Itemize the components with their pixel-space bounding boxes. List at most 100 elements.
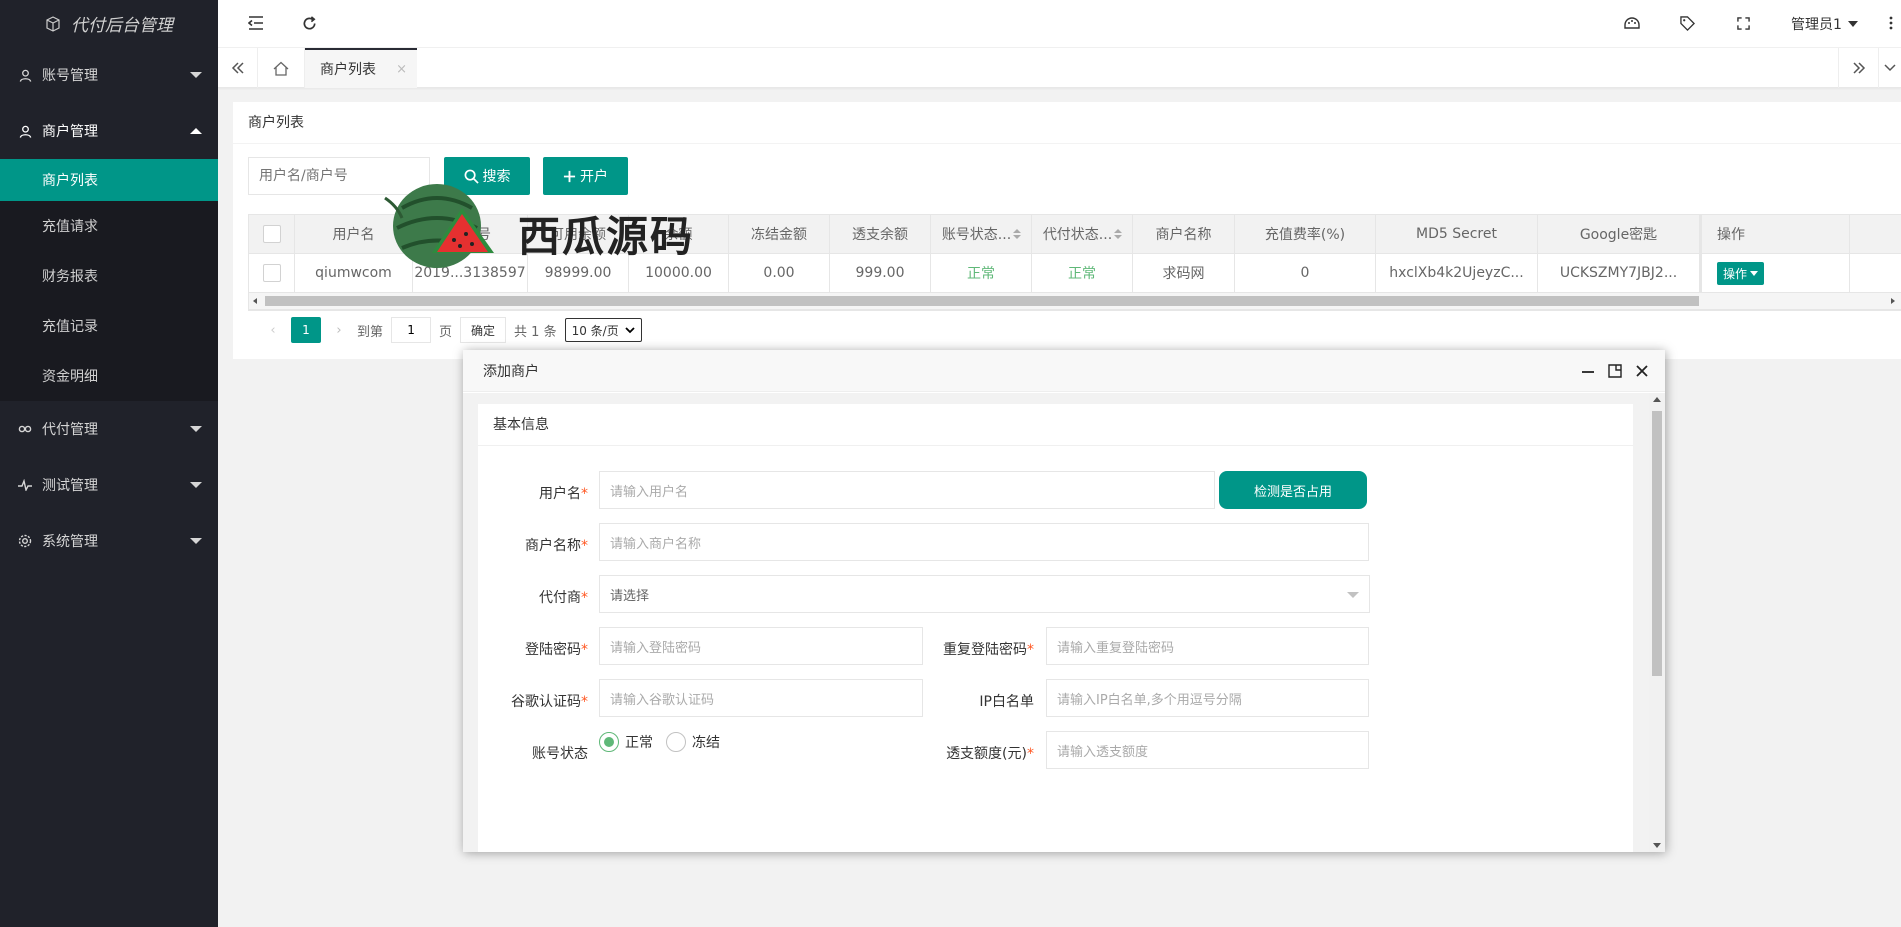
cell-md5-secret: hxclXb4k2UjeyzC... <box>1376 254 1538 292</box>
card-title: 商户列表 <box>233 102 1901 144</box>
minimize-icon[interactable] <box>1579 362 1597 380</box>
table-row: qiumwcom 2019...3138597 98999.00 10000.0… <box>249 254 1901 293</box>
col-available-balance: 可用余额 <box>528 215 629 253</box>
agent-select-value: 请选择 <box>610 588 650 604</box>
radio-checked-icon <box>599 732 619 752</box>
overdraft-input[interactable]: 请输入透支额度 <box>1046 731 1369 769</box>
col-frozen-amount: 冻结金额 <box>729 215 830 253</box>
link-icon <box>18 422 32 436</box>
search-button[interactable]: 搜索 <box>444 157 530 195</box>
scroll-left-arrow-icon[interactable] <box>253 298 257 304</box>
google-code-input[interactable]: 请输入谷歌认证码 <box>599 679 923 717</box>
sidebar-item-recharge-request[interactable]: 充值请求 <box>0 201 218 251</box>
sidebar-item-fund-detail[interactable]: 资金明细 <box>0 351 218 401</box>
theme-icon[interactable] <box>1623 14 1641 32</box>
section-title: 基本信息 <box>478 404 1633 446</box>
open-account-button[interactable]: 开户 <box>543 157 628 195</box>
agent-select[interactable]: 请选择 <box>599 575 1370 613</box>
tabs-scroll-right-icon[interactable] <box>1838 48 1878 88</box>
tag-icon[interactable] <box>1678 14 1696 32</box>
sidebar-item-merchant-list[interactable]: 商户列表 <box>0 159 218 201</box>
menu-collapse-icon[interactable] <box>247 14 265 32</box>
merchant-name-input[interactable]: 请输入商户名称 <box>599 523 1369 561</box>
col-actions: 操作 <box>1700 215 1850 253</box>
col-account-status[interactable]: 账号状态... <box>931 215 1032 253</box>
row-action-button[interactable]: 操作 <box>1717 261 1765 285</box>
scroll-down-arrow-icon[interactable] <box>1653 843 1661 848</box>
sidebar-group-label: 测试管理 <box>42 478 98 494</box>
col-payout-status-label: 代付状态... <box>1042 227 1113 243</box>
status-normal-label: 正常 <box>625 735 653 751</box>
next-page-icon[interactable]: › <box>329 323 349 338</box>
sort-icon[interactable] <box>1013 229 1022 239</box>
search-input[interactable] <box>248 157 430 195</box>
agent-label: 代付商* <box>478 587 588 607</box>
ip-whitelist-label: IP白名单 <box>979 694 1034 710</box>
sidebar-item-recharge-record[interactable]: 充值记录 <box>0 301 218 351</box>
close-icon[interactable]: × <box>396 62 407 77</box>
cell-payout-status: 正常 <box>1032 254 1133 292</box>
page-size-select[interactable]: 10 条/页 <box>564 318 642 342</box>
sidebar-group-account[interactable]: 账号管理 <box>0 47 218 103</box>
pulse-icon <box>18 478 32 492</box>
cell-overdraft-balance: 999.00 <box>830 254 931 292</box>
tab-label: 商户列表 <box>320 62 376 78</box>
sidebar-group-system[interactable]: 系统管理 <box>0 513 218 569</box>
fullscreen-icon[interactable] <box>1734 14 1752 32</box>
tabs-scroll-left-icon[interactable] <box>218 48 258 88</box>
status-radio-frozen[interactable]: 冻结 <box>666 732 720 752</box>
check-availability-button[interactable]: 检测是否占用 <box>1219 471 1367 509</box>
col-google-secret: Google密匙 <box>1538 215 1700 253</box>
select-all-cell <box>249 215 295 253</box>
home-icon[interactable] <box>258 48 305 88</box>
prev-page-icon[interactable]: ‹ <box>263 323 283 338</box>
admin-menu[interactable]: 管理员1 <box>1791 14 1858 34</box>
row-action-label: 操作 <box>1723 266 1748 281</box>
sidebar-submenu: 商户列表 充值请求 财务报表 充值记录 资金明细 <box>0 159 218 401</box>
close-icon[interactable] <box>1633 362 1651 380</box>
scroll-right-arrow-icon[interactable] <box>1891 298 1895 304</box>
scroll-up-arrow-icon[interactable] <box>1653 397 1661 402</box>
app-logo: 代付后台管理 <box>0 0 218 47</box>
ip-whitelist-input[interactable]: 请输入IP白名单,多个用逗号分隔 <box>1046 679 1369 717</box>
agent-label-text: 代付商 <box>539 590 581 606</box>
cell-merchant-no: 2019...3138597 <box>413 254 528 292</box>
more-vertical-icon[interactable] <box>1882 14 1900 32</box>
tab-merchant-list[interactable]: 商户列表 × <box>305 48 417 88</box>
goto-confirm-button[interactable]: 确定 <box>460 317 507 343</box>
scrollbar-thumb[interactable] <box>1652 411 1662 676</box>
scrollbar-thumb[interactable] <box>265 296 1699 306</box>
page-suffix-label: 页 <box>439 324 453 340</box>
pagination: ‹ 1 › 到第 页 确定 共 1 条 10 条/页 <box>263 316 642 344</box>
password-repeat-input[interactable]: 请输入重复登陆密码 <box>1046 627 1369 665</box>
sort-icon[interactable] <box>1114 229 1123 239</box>
required-mark: * <box>581 590 588 606</box>
username-input[interactable]: 请输入用户名 <box>599 471 1215 509</box>
col-merchant-name: 商户名称 <box>1133 215 1235 253</box>
select-all-checkbox[interactable] <box>262 225 281 243</box>
page-current[interactable]: 1 <box>291 317 321 343</box>
sidebar-group-label: 商户管理 <box>42 124 98 140</box>
refresh-icon[interactable] <box>300 14 318 32</box>
cell-frozen-amount: 0.00 <box>729 254 830 292</box>
status-frozen-label: 冻结 <box>692 735 720 751</box>
sidebar: 代付后台管理 账号管理 商户管理 商户列表 充值请求 财务报表 充值记录 资金明… <box>0 0 218 927</box>
add-merchant-dialog: 添加商户 基本信息 用户名* 请输入用户名 检测是否占用 商户名称* 请输入商户… <box>463 350 1665 852</box>
table-horizontal-scrollbar[interactable] <box>249 293 1901 310</box>
sidebar-group-payout[interactable]: 代付管理 <box>0 401 218 457</box>
col-payout-status[interactable]: 代付状态... <box>1032 215 1133 253</box>
required-mark: * <box>581 538 588 554</box>
col-overdraft-balance: 透支余额 <box>830 215 931 253</box>
dialog-vertical-scrollbar[interactable] <box>1649 393 1665 852</box>
goto-page-input[interactable] <box>391 317 432 343</box>
status-radio-normal[interactable]: 正常 <box>599 732 653 752</box>
sidebar-group-merchant[interactable]: 商户管理 <box>0 103 218 159</box>
maximize-icon[interactable] <box>1606 362 1624 380</box>
sidebar-group-test[interactable]: 测试管理 <box>0 457 218 513</box>
tabs-menu-chevron-down-icon[interactable] <box>1878 48 1901 88</box>
cell-username: qiumwcom <box>295 254 413 292</box>
password-input[interactable]: 请输入登陆密码 <box>599 627 923 665</box>
row-checkbox[interactable] <box>262 264 281 282</box>
chevron-down-icon <box>190 426 202 432</box>
sidebar-item-financial-report[interactable]: 财务报表 <box>0 251 218 301</box>
